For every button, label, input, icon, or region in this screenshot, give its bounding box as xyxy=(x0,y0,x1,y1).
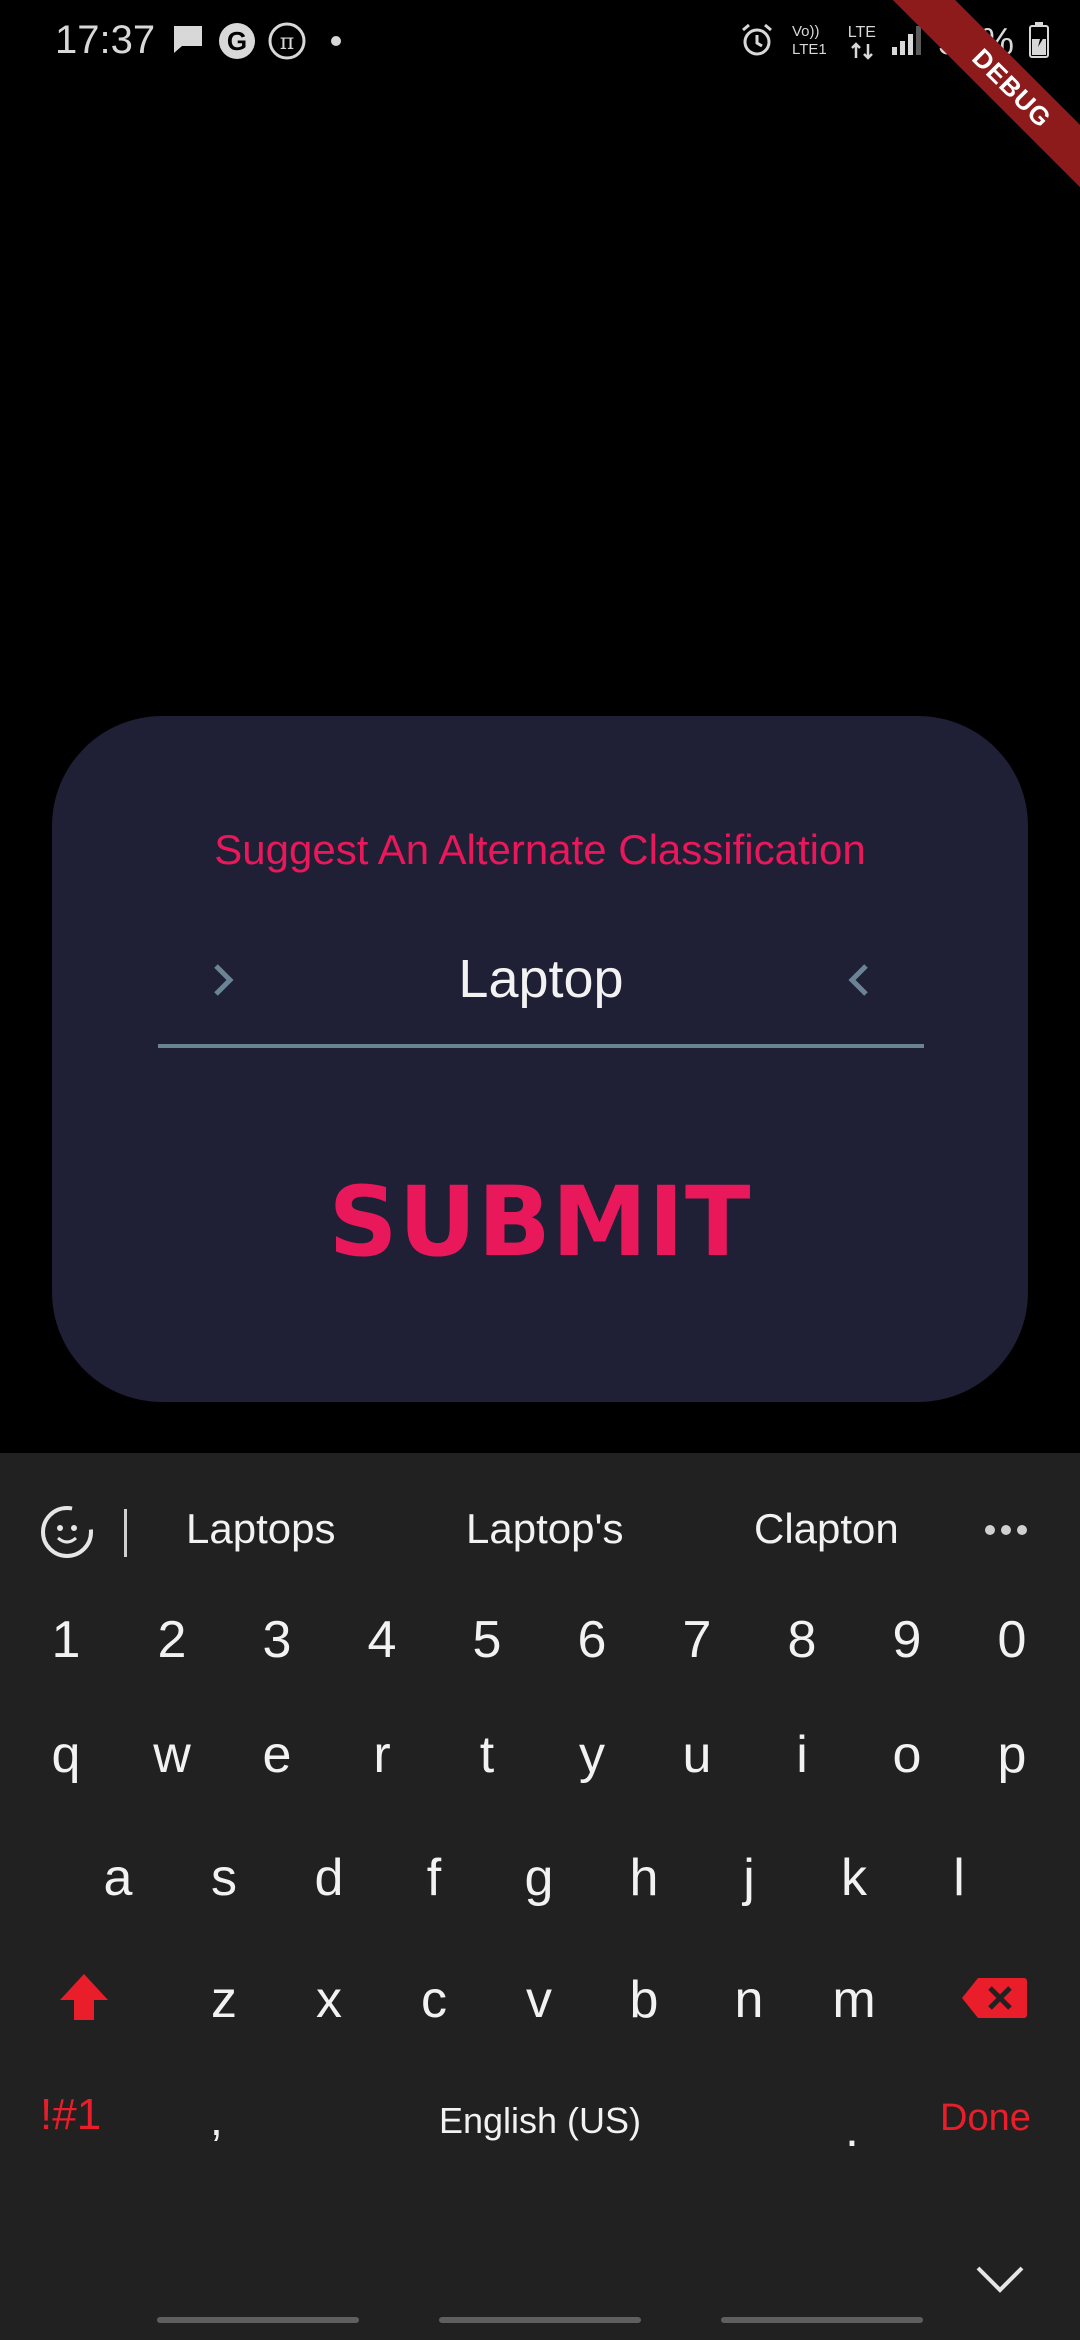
key-8[interactable]: 8 xyxy=(752,1610,852,1670)
submit-button[interactable]: SUBMIT xyxy=(52,1166,1028,1278)
key-q[interactable]: q xyxy=(16,1725,116,1785)
key-m[interactable]: m xyxy=(804,1970,904,2030)
key-h[interactable]: h xyxy=(594,1848,694,1908)
key-s[interactable]: s xyxy=(174,1848,274,1908)
backspace-icon[interactable] xyxy=(960,1976,1028,2025)
pi-icon: π xyxy=(266,20,308,67)
key-y[interactable]: y xyxy=(542,1725,642,1785)
nav-handle xyxy=(157,2317,359,2323)
key-2[interactable]: 2 xyxy=(122,1610,222,1670)
alarm-icon xyxy=(738,21,776,64)
status-time: 17:37 xyxy=(55,18,156,62)
key-7[interactable]: 7 xyxy=(647,1610,747,1670)
volte-icon: Vo)) LTE1 xyxy=(790,20,834,65)
key-1[interactable]: 1 xyxy=(16,1610,116,1670)
key-p[interactable]: p xyxy=(962,1725,1062,1785)
key-3[interactable]: 3 xyxy=(227,1610,327,1670)
svg-text:G: G xyxy=(227,26,247,56)
classification-value[interactable]: Laptop xyxy=(158,948,924,1010)
suggestion-bar: Laptops Laptop's Clapton xyxy=(0,1453,1080,1603)
key-n[interactable]: n xyxy=(699,1970,799,2030)
key-u[interactable]: u xyxy=(647,1725,747,1785)
suggestion-item[interactable]: Clapton xyxy=(754,1505,899,1553)
key-6[interactable]: 6 xyxy=(542,1610,642,1670)
key-4[interactable]: 4 xyxy=(332,1610,432,1670)
status-bar: 17:37 G π Vo)) LTE1 LTE 52% xyxy=(0,0,1080,84)
key-i[interactable]: i xyxy=(752,1725,852,1785)
svg-text:π: π xyxy=(280,30,294,55)
period-key[interactable]: . xyxy=(845,2100,859,2158)
key-b[interactable]: b xyxy=(594,1970,694,2030)
nav-handle xyxy=(721,2317,923,2323)
key-c[interactable]: c xyxy=(384,1970,484,2030)
emoji-icon[interactable] xyxy=(38,1503,96,1566)
suggestion-item[interactable]: Laptop's xyxy=(466,1505,623,1553)
key-d[interactable]: d xyxy=(279,1848,379,1908)
key-o[interactable]: o xyxy=(857,1725,957,1785)
space-key[interactable]: English (US) xyxy=(300,2100,780,2142)
dot-icon xyxy=(330,34,342,52)
key-l[interactable]: l xyxy=(909,1848,1009,1908)
classification-dialog: Suggest An Alternate Classification Lapt… xyxy=(52,716,1028,1402)
signal-icon xyxy=(890,23,924,62)
key-e[interactable]: e xyxy=(227,1725,327,1785)
chevron-down-icon[interactable] xyxy=(974,2264,1026,2299)
key-v[interactable]: v xyxy=(489,1970,589,2030)
status-right: Vo)) LTE1 LTE 52% xyxy=(738,18,1050,66)
key-0[interactable]: 0 xyxy=(962,1610,1062,1670)
svg-text:LTE1: LTE1 xyxy=(792,41,827,58)
key-x[interactable]: x xyxy=(279,1970,379,2030)
key-5[interactable]: 5 xyxy=(437,1610,537,1670)
key-r[interactable]: r xyxy=(332,1725,432,1785)
chat-icon xyxy=(168,20,208,65)
comma-key[interactable]: , xyxy=(210,2092,223,2146)
done-key[interactable]: Done xyxy=(940,2097,1031,2140)
svg-text:Vo)): Vo)) xyxy=(792,23,820,40)
key-a[interactable]: a xyxy=(68,1848,168,1908)
nav-handle xyxy=(439,2317,641,2323)
key-f[interactable]: f xyxy=(384,1848,484,1908)
more-options-icon[interactable] xyxy=(984,1523,1028,1542)
key-g[interactable]: g xyxy=(489,1848,589,1908)
battery-icon xyxy=(1028,21,1050,64)
shift-icon[interactable] xyxy=(56,1970,112,2031)
network-label: LTE xyxy=(847,24,876,41)
key-j[interactable]: j xyxy=(699,1848,799,1908)
field-underline xyxy=(158,1044,924,1048)
lte-icon: LTE xyxy=(848,24,876,60)
key-w[interactable]: w xyxy=(122,1725,222,1785)
battery-percent: 52% xyxy=(937,20,1014,63)
google-icon: G xyxy=(216,20,258,67)
key-z[interactable]: z xyxy=(174,1970,274,2030)
symbols-key[interactable]: !#1 xyxy=(40,2090,101,2140)
dialog-title: Suggest An Alternate Classification xyxy=(214,826,866,873)
key-k[interactable]: k xyxy=(804,1848,904,1908)
key-t[interactable]: t xyxy=(437,1725,537,1785)
suggestion-divider xyxy=(124,1509,127,1557)
suggestion-item[interactable]: Laptops xyxy=(186,1505,335,1553)
chevron-left-icon[interactable] xyxy=(844,960,872,1005)
classification-picker[interactable]: Laptop xyxy=(158,936,924,1048)
key-9[interactable]: 9 xyxy=(857,1610,957,1670)
